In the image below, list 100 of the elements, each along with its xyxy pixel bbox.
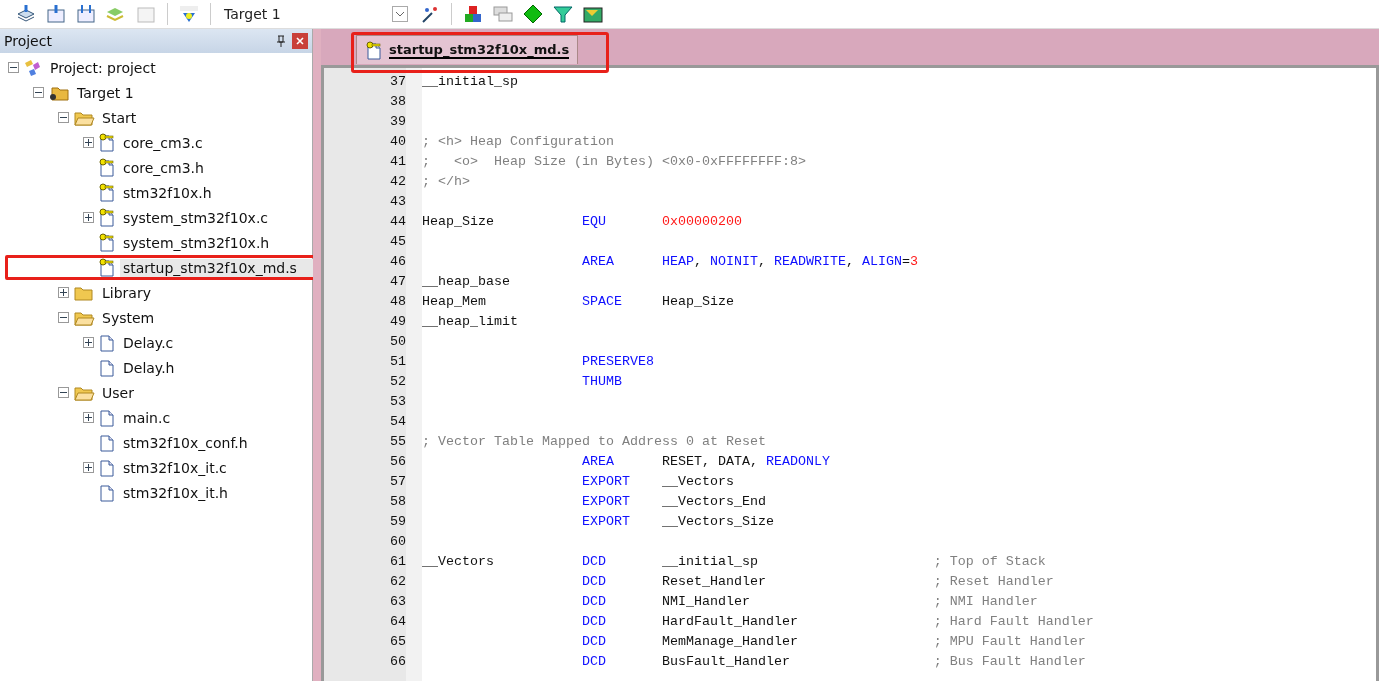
- code-line: Heap_Mem SPACE Heap_Size: [422, 293, 735, 311]
- key-file-icon: [98, 233, 116, 252]
- code-line: __heap_limit: [422, 313, 519, 331]
- expand-button[interactable]: [83, 137, 94, 148]
- file-icon: [98, 458, 116, 477]
- file-icon: [98, 433, 116, 452]
- tree-item[interactable]: stm32f10x_it.c: [120, 458, 230, 477]
- line-number: 63: [389, 593, 406, 611]
- tree-item[interactable]: Target 1: [74, 83, 137, 102]
- collapse-button[interactable]: [8, 62, 19, 73]
- tree-item[interactable]: Library: [99, 283, 154, 302]
- tree-item[interactable]: System: [99, 308, 158, 327]
- file-icon: [98, 408, 116, 427]
- rebuild-icon[interactable]: [74, 3, 98, 25]
- code-line: __Vectors DCD __initial_sp ; Top of Stack: [422, 553, 1047, 571]
- line-number: 64: [389, 613, 406, 631]
- code-line: DCD BusFault_Handler ; Bus Fault Handler: [580, 653, 1087, 671]
- close-button[interactable]: [292, 33, 308, 49]
- panel-title: Project: [4, 33, 53, 49]
- tree-item[interactable]: stm32f10x_conf.h: [120, 433, 251, 452]
- line-number: 55: [389, 433, 406, 451]
- key-file-icon: [365, 40, 383, 60]
- code-line: AREA RESET, DATA, READONLY: [580, 453, 831, 471]
- key-file-icon: [98, 133, 116, 152]
- line-number: 49: [389, 313, 406, 331]
- line-number: 53: [389, 393, 406, 411]
- close-icon: [296, 37, 304, 45]
- tree-item[interactable]: Start: [99, 108, 140, 127]
- tree-item[interactable]: Delay.h: [120, 358, 178, 377]
- line-number: 54: [389, 413, 406, 431]
- line-number: 38: [389, 93, 406, 111]
- minus-icon: [35, 89, 42, 96]
- line-number: 48: [389, 293, 406, 311]
- project-icon: [23, 58, 43, 77]
- line-number: 47: [389, 273, 406, 291]
- collapse-button[interactable]: [58, 112, 69, 123]
- plus-icon: [85, 339, 92, 346]
- tree-item[interactable]: core_cm3.c: [120, 133, 206, 152]
- code-line: ; <o> Heap Size (in Bytes) <0x0-0xFFFFFFFF:8>: [422, 153, 807, 171]
- batch-build-icon[interactable]: [44, 3, 68, 25]
- code-line: __heap_base: [422, 273, 511, 291]
- open-folder-icon: [73, 309, 95, 326]
- code-line: ; Vector Table Mapped to Address 0 at Reset: [422, 433, 767, 451]
- code-line: EXPORT __Vectors: [580, 473, 735, 491]
- code-line: THUMB: [580, 373, 623, 391]
- code-line: EXPORT __Vectors_End: [580, 493, 767, 511]
- code-line: PRESERVE8: [580, 353, 655, 371]
- tree-item[interactable]: stm32f10x.h: [120, 183, 215, 202]
- line-number: 61: [389, 553, 406, 571]
- file-icon: [98, 333, 116, 352]
- line-number: 58: [389, 493, 406, 511]
- tree-item[interactable]: Project: project: [47, 58, 159, 77]
- code-line: ; </h>: [422, 173, 471, 191]
- collapse-button[interactable]: [58, 312, 69, 323]
- key-file-icon: [98, 208, 116, 227]
- expand-button[interactable]: [58, 287, 69, 298]
- plus-icon: [85, 214, 92, 221]
- tree-item[interactable]: User: [99, 383, 137, 402]
- file-icon: [98, 358, 116, 377]
- line-number: 65: [389, 633, 406, 651]
- line-number: 41: [389, 153, 406, 171]
- tree-item[interactable]: core_cm3.h: [120, 158, 207, 177]
- line-number: 37: [389, 73, 406, 91]
- funnel-icon[interactable]: [551, 3, 575, 25]
- expand-button[interactable]: [83, 337, 94, 348]
- code-line: DCD Reset_Handler ; Reset Handler: [580, 573, 1055, 591]
- line-number: 43: [389, 193, 406, 211]
- tree-item[interactable]: main.c: [120, 408, 174, 427]
- code-line: __initial_sp: [422, 73, 519, 91]
- expand-button[interactable]: [83, 412, 94, 423]
- target-selector[interactable]: Target 1: [220, 6, 386, 22]
- collapse-button[interactable]: [58, 387, 69, 398]
- expand-button[interactable]: [83, 462, 94, 473]
- dropdown-button[interactable]: [392, 6, 408, 22]
- expand-button[interactable]: [83, 212, 94, 223]
- line-number: 62: [389, 573, 406, 591]
- line-number: 52: [389, 373, 406, 391]
- pin-icon[interactable]: [276, 35, 286, 47]
- file-tab[interactable]: startup_stm32f10x_md.s: [356, 35, 579, 64]
- line-number: 59: [389, 513, 406, 531]
- line-number: 46: [389, 253, 406, 271]
- tree-item[interactable]: system_stm32f10x.c: [120, 208, 272, 227]
- plus-icon: [60, 289, 67, 296]
- tree-item[interactable]: stm32f10x_it.h: [120, 483, 231, 502]
- line-number: 56: [389, 453, 406, 471]
- open-folder-icon: [73, 109, 95, 126]
- key-file-icon: [98, 183, 116, 202]
- key-file-icon: [98, 258, 116, 277]
- tree-item[interactable]: system_stm32f10x.h: [120, 233, 273, 252]
- plus-icon: [85, 414, 92, 421]
- tree-item[interactable]: Delay.c: [120, 333, 177, 352]
- line-number: 44: [389, 213, 406, 231]
- key-file-icon: [98, 158, 116, 177]
- minus-icon: [60, 314, 67, 321]
- code-line: Heap_Size EQU 0x00000200: [422, 213, 743, 231]
- open-folder-icon: [73, 384, 95, 401]
- diamond-icon[interactable]: [521, 3, 545, 25]
- code-line: ; <h> Heap Configuration: [422, 133, 615, 151]
- minus-icon: [60, 114, 67, 121]
- collapse-button[interactable]: [33, 87, 44, 98]
